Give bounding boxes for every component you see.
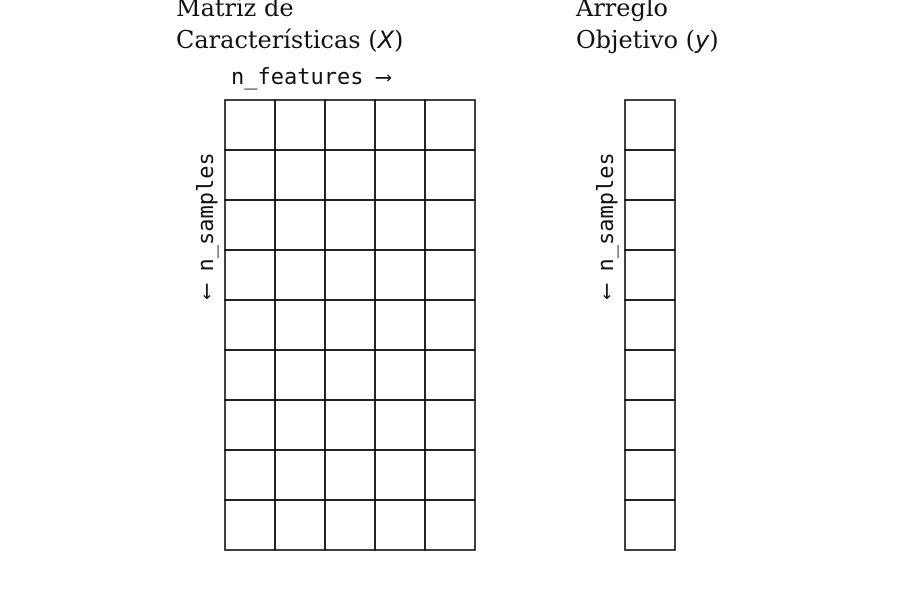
matrix-cell [424,249,476,301]
matrix-title-line1: Matriz de [176,0,294,22]
matrix-cell [324,299,376,351]
matrix-cell [374,199,426,251]
matrix-cell [324,399,376,451]
target-cell [624,299,676,351]
diagram: Matriz de Características (X) n_features… [176,0,719,551]
matrix-cell [424,499,476,551]
matrix-cell [424,399,476,451]
matrix-cell [274,449,326,501]
matrix-cell [324,349,376,401]
matrix-title-line2: Características (X) [176,26,403,54]
matrix-cell [324,99,376,151]
matrix-cell [374,449,426,501]
matrix-cell [274,199,326,251]
matrix-cell [374,499,426,551]
target-cell [624,349,676,401]
matrix-cell [324,449,376,501]
matrix-cell [274,299,326,351]
matrix-cell [424,199,476,251]
target-cell [624,399,676,451]
matrix-n-samples-label: ⟵ n_samples [194,152,219,300]
target-title-line2: Objetivo (y) [576,26,719,54]
matrix-cell [424,449,476,501]
matrix-cell [374,299,426,351]
target-cell [624,499,676,551]
matrix-cell [424,149,476,201]
target-cell [624,199,676,251]
target-array-grid [624,99,676,551]
matrix-cell [274,99,326,151]
matrix-cell [374,399,426,451]
matrix-cell [224,199,276,251]
matrix-cell [224,449,276,501]
n-features-label: n_features ⟶ [231,65,392,90]
matrix-cell [274,349,326,401]
matrix-cell [374,349,426,401]
target-cell [624,149,676,201]
matrix-cell [324,149,376,201]
matrix-cell [374,99,426,151]
target-cell [624,249,676,301]
matrix-cell [224,499,276,551]
matrix-cell [224,399,276,451]
matrix-cell [224,99,276,151]
target-cell [624,99,676,151]
target-title-line1: Arreglo [575,0,668,22]
matrix-cell [224,149,276,201]
target-cell [624,449,676,501]
matrix-cell [324,249,376,301]
feature-matrix-grid [224,99,476,551]
matrix-cell [324,199,376,251]
matrix-cell [374,249,426,301]
matrix-cell [224,249,276,301]
matrix-cell [424,99,476,151]
matrix-cell [374,149,426,201]
matrix-cell [324,499,376,551]
matrix-cell [224,299,276,351]
matrix-cell [224,349,276,401]
matrix-cell [274,149,326,201]
target-n-samples-label: ⟵ n_samples [594,152,619,300]
matrix-cell [274,499,326,551]
matrix-cell [424,349,476,401]
matrix-cell [274,249,326,301]
matrix-cell [274,399,326,451]
matrix-cell [424,299,476,351]
